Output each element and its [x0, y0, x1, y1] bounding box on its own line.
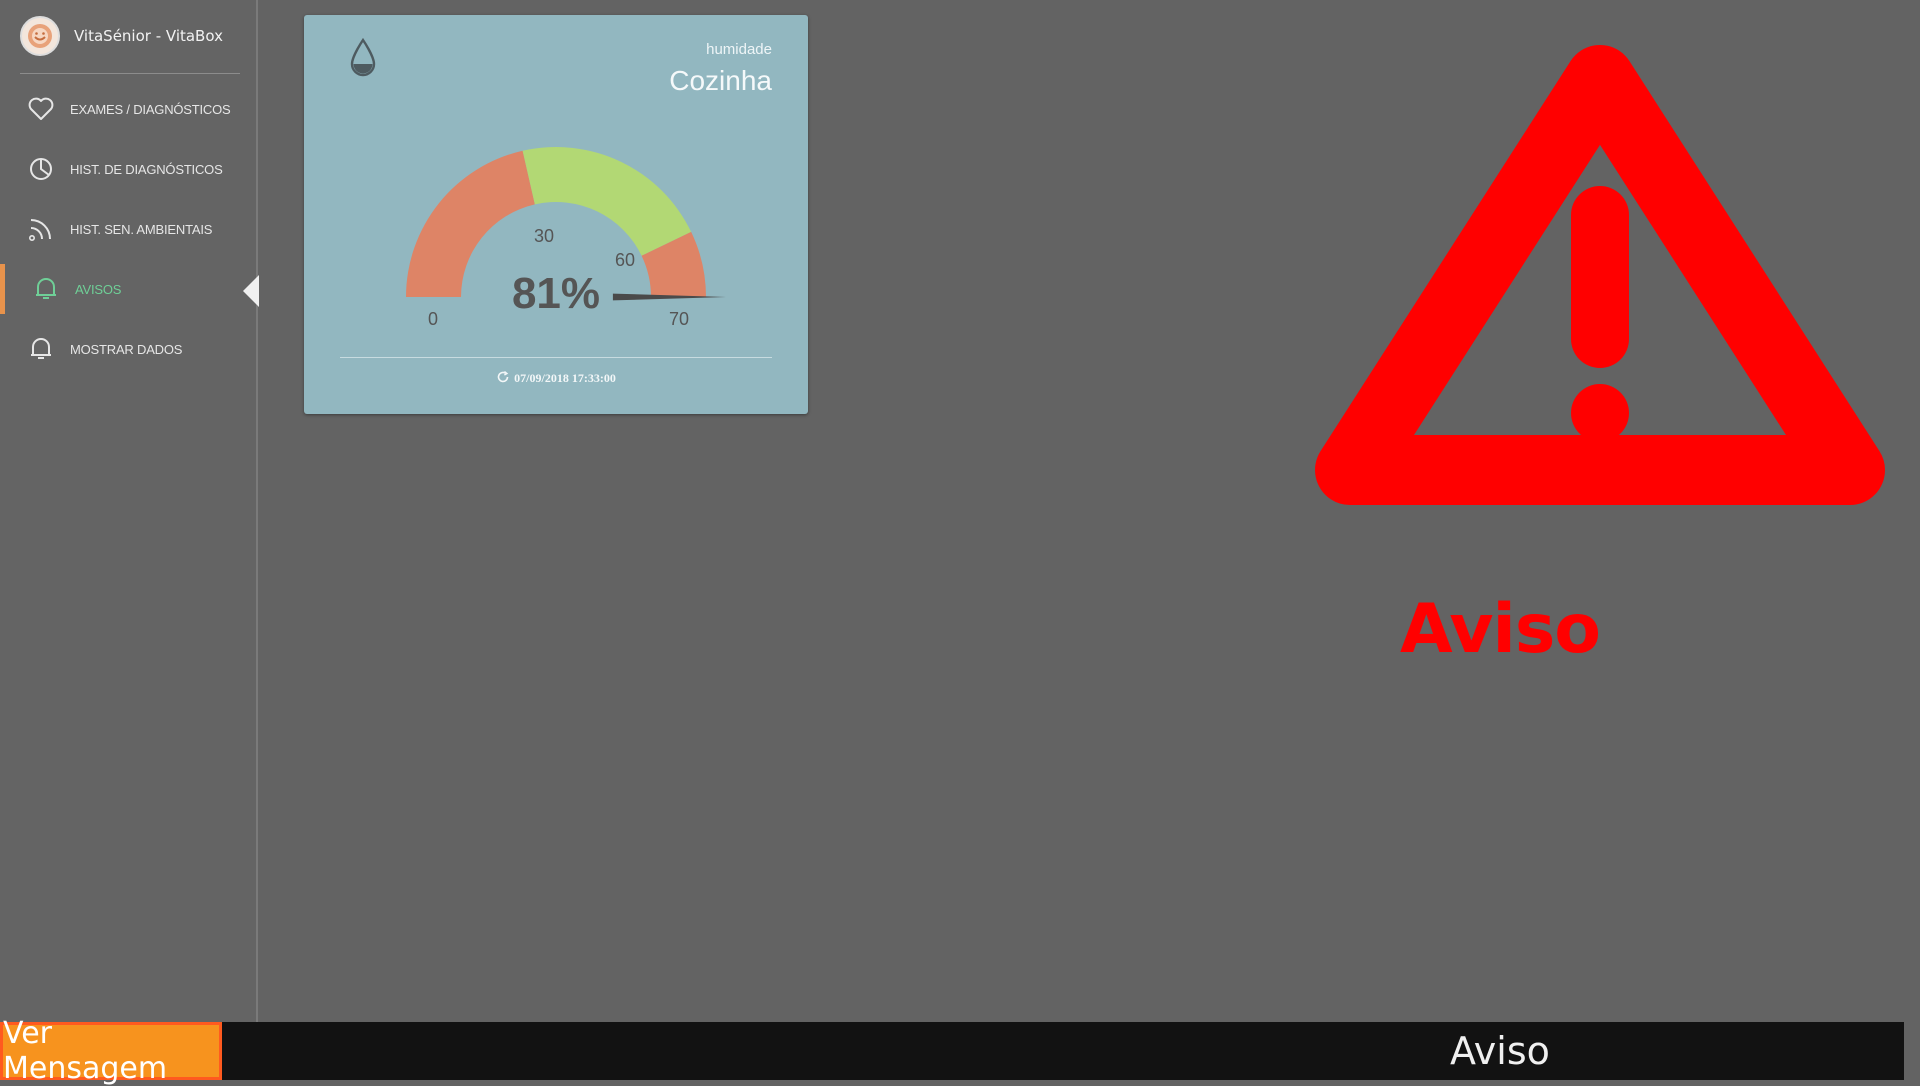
card-divider — [340, 357, 772, 358]
humidity-gauge: 81% 0 30 60 70 — [406, 147, 726, 329]
humidity-card: humidade Cozinha 81% 0 30 60 70 07/09/20… — [304, 15, 808, 414]
gauge-tick-max: 70 — [669, 309, 689, 329]
gauge-tick-min: 0 — [428, 309, 438, 329]
sidebar-item-hist-sen-ambientais[interactable]: HIST. SEN. AMBIENTAIS — [0, 204, 258, 254]
last-update-timestamp: 07/09/2018 17:33:00 — [514, 371, 616, 385]
sidebar-item-label: HIST. DE DIAGNÓSTICOS — [70, 161, 223, 177]
brand-logo — [20, 16, 60, 56]
rss-icon — [26, 214, 56, 244]
gauge-value: 81% — [512, 269, 600, 318]
sidebar-item-avisos[interactable]: AVISOS — [0, 264, 258, 314]
sidebar-item-label: HIST. SEN. AMBIENTAIS — [70, 221, 213, 237]
warning-title: Aviso — [1399, 590, 1601, 669]
ver-mensagem-button[interactable]: Ver Mensagem — [0, 1016, 222, 1086]
sidebar: VitaSénior - VitaBox EXAMES / DIAGNÓSTIC… — [0, 0, 259, 1080]
sidebar-item-label: AVISOS — [75, 281, 122, 297]
sidebar-item-label: EXAMES / DIAGNÓSTICOS — [70, 101, 231, 117]
bottom-bar — [0, 1022, 1904, 1080]
sidebar-item-label: MOSTRAR DADOS — [70, 341, 183, 357]
bottom-bar-title: Aviso — [1450, 1029, 1550, 1073]
gauge-tick-high: 60 — [615, 250, 635, 270]
active-indicator — [243, 275, 259, 307]
brand[interactable]: VitaSénior - VitaBox — [20, 16, 223, 56]
sidebar-item-exames[interactable]: EXAMES / DIAGNÓSTICOS — [0, 84, 258, 134]
sidebar-item-hist-diagnosticos[interactable]: HIST. DE DIAGNÓSTICOS — [0, 144, 258, 194]
sidebar-item-mostrar-dados[interactable]: MOSTRAR DADOS — [0, 324, 258, 374]
heart-icon — [26, 94, 56, 124]
card-footer: 07/09/2018 17:33:00 — [304, 370, 808, 386]
bell-icon — [26, 334, 56, 364]
refresh-icon — [497, 370, 509, 383]
brand-divider — [20, 73, 240, 74]
gauge-tick-low: 30 — [534, 226, 554, 246]
pie-chart-icon — [26, 154, 56, 184]
warning-triangle-icon — [1315, 45, 1885, 505]
brand-title: VitaSénior - VitaBox — [74, 27, 223, 45]
bell-icon — [31, 274, 61, 304]
